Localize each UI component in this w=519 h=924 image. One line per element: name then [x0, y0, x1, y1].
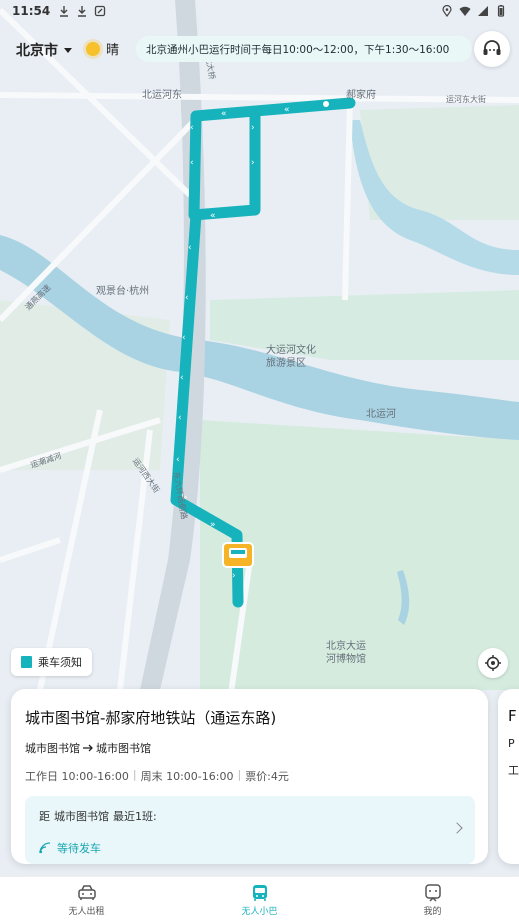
arrow-right-icon	[83, 744, 93, 752]
next-bus-status: 等待发车	[39, 840, 461, 856]
svg-text:«: «	[210, 211, 216, 221]
chevron-right-icon	[451, 822, 463, 834]
route-start-dot	[323, 101, 329, 107]
nav-profile[interactable]: 我的	[346, 877, 519, 924]
next-status-text: 等待发车	[57, 842, 101, 855]
battery-icon	[497, 5, 505, 17]
status-bar: 11:54	[0, 0, 519, 22]
map-label-river: 北运河	[366, 409, 396, 420]
svg-text:«: «	[284, 105, 290, 115]
svg-text:«: «	[221, 109, 227, 119]
svg-text:‹: ‹	[190, 123, 194, 133]
svg-text:›: ›	[251, 158, 255, 168]
nav-robobus[interactable]: 无人小巴	[173, 877, 346, 924]
sun-icon	[86, 41, 100, 56]
hours-weekend: 周末 10:00-16:00	[140, 770, 234, 783]
route-hours: 工作日 10:00-16:00 | 周末 10:00-16:00 | 票价:4元	[25, 768, 474, 784]
download-icon	[78, 6, 87, 17]
route-card[interactable]: 城市图书馆-郝家府地铁站（通运东路) 城市图书馆 城市图书馆 工作日 10:00…	[11, 689, 488, 864]
next-suffix: 最近1班:	[113, 810, 157, 823]
route-stops: 城市图书馆 城市图书馆	[25, 740, 474, 756]
location-icon	[442, 5, 452, 17]
svg-text:‹: ‹	[188, 243, 192, 253]
taxi-icon	[77, 885, 96, 900]
divider: |	[132, 768, 137, 781]
ride-notice-label: 乘车须知	[38, 656, 82, 669]
bottom-nav: 无人出租 无人小巴 我的	[0, 876, 519, 924]
next-prefix: 距	[39, 810, 50, 823]
hours-weekday: 工作日 10:00-16:00	[25, 770, 129, 783]
headset-icon	[483, 40, 501, 55]
svg-text:‹: ‹	[180, 373, 184, 383]
fare: 票价:4元	[245, 770, 289, 783]
svg-text:›: ›	[232, 571, 236, 581]
divider: |	[237, 768, 242, 781]
map-label-road: 运河东大街	[446, 95, 486, 104]
signal-wave-icon	[39, 842, 51, 854]
weather-text: 晴	[106, 43, 120, 58]
route-from: 城市图书馆	[25, 742, 80, 755]
next-bus-box[interactable]: 距 城市图书馆 最近1班: 等待发车	[25, 796, 475, 864]
route-to: 城市图书馆	[96, 742, 151, 755]
nav-label: 我的	[423, 907, 442, 917]
peek-title: F	[508, 707, 517, 725]
next-bus-line: 距 城市图书馆 最近1班:	[39, 808, 461, 824]
nav-robotaxi[interactable]: 无人出租	[0, 877, 173, 924]
route-title: 城市图书馆-郝家府地铁站（通运东路)	[25, 709, 277, 727]
svg-text:‹: ‹	[190, 158, 194, 168]
wifi-icon	[459, 6, 471, 16]
nav-label: 无人小巴	[241, 907, 278, 917]
next-stop: 城市图书馆	[54, 810, 109, 823]
caret-down-icon	[64, 47, 72, 53]
weather: 晴	[86, 39, 119, 58]
profile-icon	[424, 884, 441, 902]
ride-notice-button[interactable]: 乘车须知	[11, 648, 92, 676]
map-label-place: 观景台·杭州	[96, 286, 150, 297]
locate-icon	[485, 655, 501, 671]
svg-text:›: ›	[251, 123, 255, 133]
map-label-road: 北运河东	[142, 90, 182, 101]
status-time: 11:54	[12, 4, 51, 18]
nfc-icon	[95, 5, 106, 17]
book-icon	[21, 656, 32, 668]
svg-text:‹: ‹	[185, 293, 189, 303]
peek-line: P	[508, 737, 515, 750]
svg-text:»: »	[210, 520, 216, 530]
download-icon	[60, 6, 69, 17]
svg-text:‹: ‹	[178, 413, 182, 423]
city-selector[interactable]: 北京市	[16, 40, 72, 60]
svg-text:‹: ‹	[182, 333, 186, 343]
locate-button[interactable]	[478, 648, 508, 678]
city-name: 北京市	[16, 43, 58, 59]
nav-label: 无人出租	[68, 907, 105, 917]
signal-icon	[478, 6, 488, 16]
service-notice[interactable]: 北京通州小巴运行时间于每日10:00～12:00，下午1:30～16:00	[136, 36, 472, 62]
map-label-museum: 北京大运 河博物馆	[326, 641, 366, 665]
svg-text:‹: ‹	[176, 455, 180, 465]
customer-service-button[interactable]	[474, 31, 510, 67]
route-card-next[interactable]: F P 工	[498, 689, 519, 864]
map-label-scenic-area: 大运河文化 旅游景区	[266, 345, 316, 369]
bus-icon	[252, 885, 267, 901]
map-label-place: 郝家府	[346, 90, 376, 101]
peek-hours: 工	[508, 764, 519, 777]
